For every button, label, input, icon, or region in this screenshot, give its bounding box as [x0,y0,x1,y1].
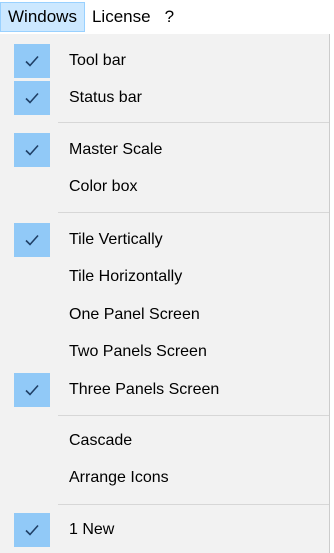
menu-item-label: Status bar [69,89,142,106]
menu-item-tile-horizontally[interactable]: Tile Horizontally [0,259,329,295]
menu-item-label: Cascade [69,432,133,449]
menu-item-label: 1 New [69,521,115,538]
menu-item-one-panel-screen[interactable]: One Panel Screen [0,297,329,333]
menu-item-tool-bar[interactable]: Tool bar [0,43,329,79]
menu-item-three-panels-screen[interactable]: Three Panels Screen [0,372,329,408]
menu-item-two-panels-screen[interactable]: Two Panels Screen [0,334,329,370]
menu-item-cascade[interactable]: Cascade [0,423,329,459]
menu-item-label: Master Scale [69,141,163,158]
menu-item-label: Three Panels Screen [69,381,220,398]
menu-item-label: Tool bar [69,52,126,69]
menu-item-color-box[interactable]: Color box [0,169,329,205]
checkmark-icon [14,373,50,407]
checkmark-icon [14,513,50,547]
menu-item-label: Tile Horizontally [69,268,183,285]
menu-separator [58,415,329,416]
menu-item-status-bar[interactable]: Status bar [0,80,329,116]
menu-bar: Windows License ? [0,0,334,34]
checkmark-icon [14,223,50,257]
menu-help[interactable]: ? [158,2,181,32]
menu-separator [58,504,329,505]
menu-item-master-scale[interactable]: Master Scale [0,132,329,168]
checkmark-icon [14,44,50,78]
menu-item-label: Two Panels Screen [69,343,207,360]
menu-item-label: Tile Vertically [69,231,163,248]
menu-license[interactable]: License [85,2,158,32]
windows-dropdown-menu: Tool bar Status bar Master Scale Color b… [0,34,330,553]
menu-separator [58,212,329,213]
menu-windows[interactable]: Windows [0,2,85,32]
menu-item-arrange-icons[interactable]: Arrange Icons [0,460,329,496]
menu-item-label: Arrange Icons [69,469,169,486]
menu-item-label: One Panel Screen [69,306,200,323]
menu-separator [58,122,329,123]
menu-item-tile-vertically[interactable]: Tile Vertically [0,222,329,258]
menu-item-window-1-new[interactable]: 1 New [0,512,329,548]
checkmark-icon [14,81,50,115]
checkmark-icon [14,133,50,167]
menu-item-label: Color box [69,178,138,195]
